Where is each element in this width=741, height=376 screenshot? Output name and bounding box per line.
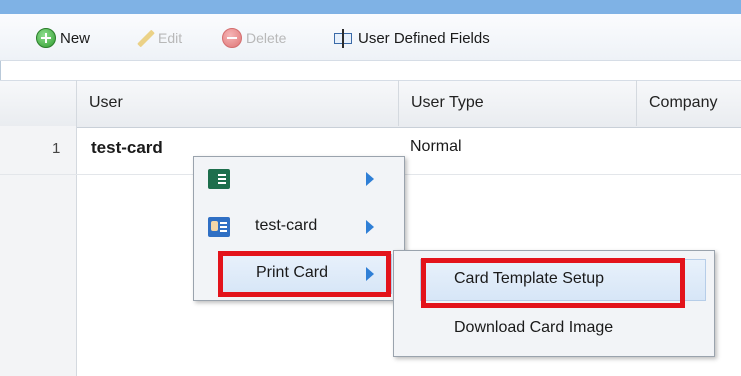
delete-button[interactable]: Delete [222, 26, 286, 50]
user-type-cell[interactable]: Normal [410, 138, 462, 156]
pencil-icon [134, 28, 154, 48]
submenu-arrow-icon [366, 220, 374, 234]
card-template-setup-highlight-box [421, 258, 685, 308]
column-header-user-label: User [89, 94, 123, 111]
window-top-bar [0, 0, 741, 14]
download-card-image-label: Download Card Image [454, 319, 614, 336]
user-cell[interactable]: test-card [91, 138, 163, 158]
user-defined-fields-button[interactable]: User Defined Fields [334, 26, 490, 50]
context-menu-item-test-card-label: test-card [255, 217, 318, 234]
delete-label: Delete [246, 30, 287, 46]
row-number: 1 [52, 140, 61, 157]
card-list-icon [208, 169, 230, 189]
text-field-icon [334, 28, 354, 48]
column-header-company[interactable]: Company [636, 80, 741, 126]
remove-icon [222, 28, 242, 48]
add-icon [36, 28, 56, 48]
column-header-user[interactable]: User [76, 80, 398, 126]
new-label: New [60, 29, 91, 47]
column-header-company-label: Company [649, 94, 718, 111]
submenu-arrow-icon [366, 172, 374, 186]
user-defined-fields-label: User Defined Fields [358, 29, 490, 47]
submenu-item-download-card-image[interactable]: Download Card Image [420, 309, 706, 349]
edit-button[interactable]: Edit [134, 26, 182, 50]
column-header-user-type[interactable]: User Type [398, 80, 636, 126]
edit-label: Edit [158, 30, 183, 46]
id-card-icon [208, 217, 230, 237]
column-header-user-type-label: User Type [411, 94, 484, 111]
context-menu-item-test-card[interactable]: test-card [200, 208, 396, 246]
context-menu-item-cards[interactable] [200, 160, 396, 198]
new-button[interactable]: New [36, 26, 90, 50]
print-card-highlight-box [218, 251, 391, 297]
